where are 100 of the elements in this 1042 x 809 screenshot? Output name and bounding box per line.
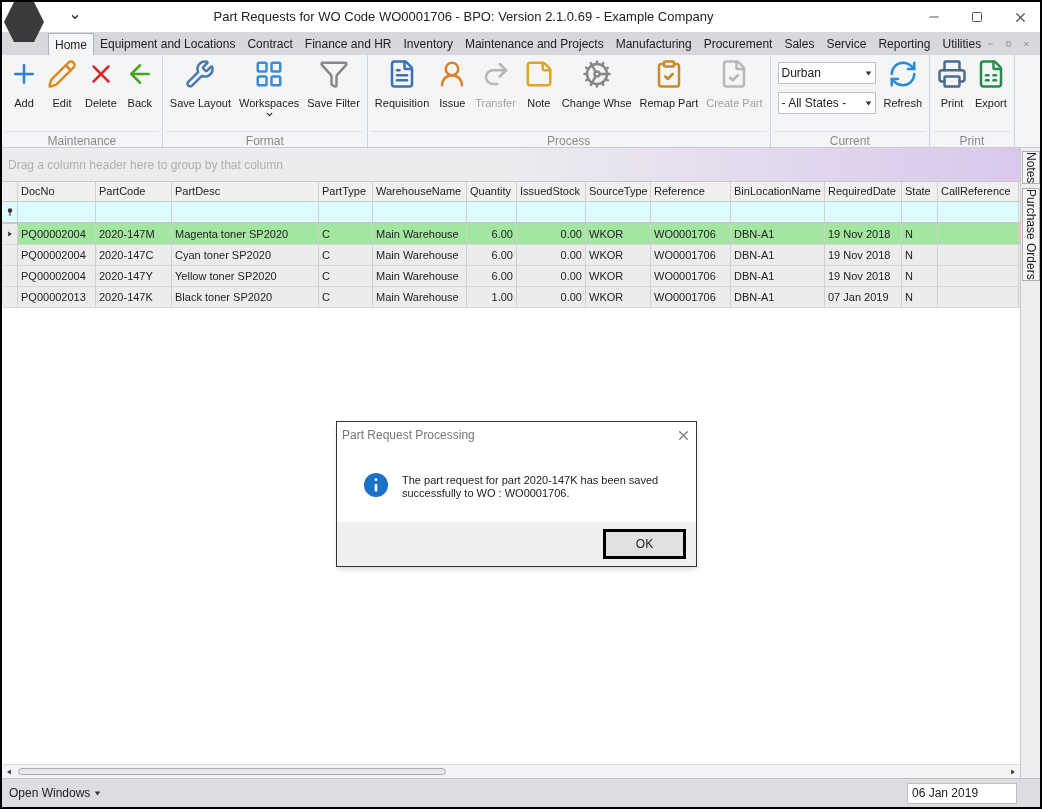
side-panel-tab[interactable]: Notes <box>1021 151 1040 185</box>
caret-icon[interactable] <box>864 99 872 107</box>
ribbon-tab[interactable]: Equipment and Locations <box>94 33 242 55</box>
table-cell-text: DBN-A1 <box>734 226 775 242</box>
column-header[interactable]: State <box>902 182 938 201</box>
caret-icon <box>264 110 274 119</box>
dropdown-select[interactable]: - All States - <box>777 92 876 114</box>
table-cell-text: N <box>905 289 913 305</box>
ribbon-button[interactable]: Save Layout <box>165 55 235 131</box>
column-header[interactable]: PartCode <box>96 182 172 201</box>
table-cell-text: 6.00 <box>491 268 513 284</box>
ribbon-button[interactable]: Print <box>933 55 972 131</box>
ribbon-button[interactable]: Save Filter <box>303 55 364 131</box>
side-panel-tab[interactable]: Purchase Orders <box>1021 188 1040 282</box>
ribbon-tab[interactable]: Reporting <box>872 33 937 55</box>
ribbon-button[interactable]: Back <box>120 55 159 131</box>
table-cell-text: 2020-147C <box>99 247 154 263</box>
scroll-left-icon[interactable] <box>6 768 12 775</box>
dropdown-select[interactable]: Durban <box>777 62 876 84</box>
table-cell-text: 0.00 <box>560 226 582 242</box>
table-cell-text: 0.00 <box>560 268 582 284</box>
ribbon-tab[interactable]: Service <box>820 33 873 55</box>
table-cell-text: PQ00002013 <box>21 289 86 305</box>
table-cell-text: Magenta toner SP2020 <box>175 226 289 242</box>
column-header[interactable]: WarehouseName <box>373 182 467 201</box>
table-row[interactable]: PQ00002004 2020-147C Cyan toner SP2020 C Main Warehouse 6.00 0.00 WKOR WO0001706 DBN-A1 19 Nov 2018 N <box>2 245 1020 266</box>
column-header[interactable]: RequiredDate <box>825 182 902 201</box>
ribbon-tab[interactable]: Utilities <box>936 33 988 55</box>
table-cell-text: WO0001706 <box>654 289 716 305</box>
ribbon-tab[interactable]: Home <box>48 33 94 55</box>
scroll-right-icon[interactable] <box>1010 768 1016 775</box>
ribbon-button[interactable]: Remap Part <box>635 55 703 131</box>
ribbon-tab[interactable]: Procurement <box>697 33 779 55</box>
column-header[interactable]: PartType <box>319 182 373 201</box>
ribbon-tab[interactable]: Inventory <box>397 33 459 55</box>
ribbon-tab[interactable]: Finance and HR <box>298 33 398 55</box>
column-header[interactable]: SourceType <box>586 182 651 201</box>
ribbon-button[interactable]: Edit <box>43 55 81 131</box>
ribbon-button[interactable]: Export <box>971 55 1011 131</box>
app-logo <box>4 2 44 42</box>
table-cell-text: Main Warehouse <box>376 268 459 284</box>
ribbon-button[interactable]: Note <box>519 55 558 131</box>
table-cell-text: 19 Nov 2018 <box>828 226 891 242</box>
table-cell-text: 2020-147Y <box>99 268 153 284</box>
ribbon-tab[interactable]: Contract <box>241 33 299 55</box>
ribbon-button[interactable]: Add <box>5 55 43 131</box>
column-header[interactable]: IssuedStock <box>517 182 586 201</box>
dialog-title: Part Request Processing <box>342 427 475 444</box>
restore-icon[interactable] <box>1005 39 1012 49</box>
table-cell-text: PQ00002004 <box>21 247 86 263</box>
table-cell-text: 0.00 <box>560 247 582 263</box>
table-cell-text: Cyan toner SP2020 <box>175 247 271 263</box>
group-panel-hint: Drag a column header here to group by that column <box>8 156 283 174</box>
quick-access-caret-icon[interactable] <box>70 12 80 22</box>
ribbon-button[interactable]: Change Whse <box>557 55 636 131</box>
ok-button[interactable]: OK <box>603 529 686 559</box>
printer-icon <box>937 59 968 89</box>
table-row[interactable]: PQ00002004 2020-147Y Yellow toner SP2020 C Main Warehouse 6.00 0.00 WKOR WO0001706 DBN-A1 19 Nov 2018 N <box>2 266 1020 287</box>
ribbon-button[interactable]: Refresh <box>879 55 927 131</box>
table-row[interactable]: PQ00002013 2020-147K Black toner SP2020 C Main Warehouse 1.00 0.00 WKOR WO0001706 DBN-A1 07 Jan 2019 N <box>2 287 1020 308</box>
ribbon-tab[interactable]: Manufacturing <box>609 33 698 55</box>
window-title: Part Requests for WO Code WO0001706 - BPO: Version 2.1.0.69 - Example Company <box>212 8 715 27</box>
table-cell-text: 1.00 <box>491 289 513 305</box>
table-cell-text: WKOR <box>589 226 624 242</box>
caret-icon[interactable] <box>864 69 872 77</box>
maximize-icon[interactable] <box>971 11 983 23</box>
table-cell-text: Black toner SP2020 <box>175 289 273 305</box>
table-cell-text: WKOR <box>589 289 624 305</box>
row-indicator-icon[interactable] <box>6 231 13 237</box>
table-cell-text: C <box>322 289 330 305</box>
ribbon-tab[interactable]: Maintenance and Projects <box>458 33 610 55</box>
table-cell-text: Yellow toner SP2020 <box>175 268 277 284</box>
column-header[interactable]: Quantity <box>467 182 517 201</box>
ribbon-button[interactable]: Workspaces <box>234 55 304 131</box>
ribbon-button[interactable]: Issue <box>433 55 472 131</box>
scrollbar-thumb[interactable] <box>18 768 446 775</box>
table-row[interactable]: PQ00002004 2020-147M Magenta toner SP2020 C Main Warehouse 6.00 0.00 WKOR WO0001706 DBN-A1 19 Nov 2018 N <box>2 224 1020 245</box>
table-cell-text: DBN-A1 <box>734 268 775 284</box>
wrench-icon <box>185 59 216 89</box>
date-field[interactable]: 06 Jan 2019 <box>907 782 1017 804</box>
table-cell-text: WKOR <box>589 247 624 263</box>
column-header[interactable]: BinLocationName <box>731 182 825 201</box>
caret-icon[interactable] <box>94 789 102 797</box>
table-cell-text: 6.00 <box>491 247 513 263</box>
ribbon-button[interactable]: Delete <box>81 55 121 131</box>
table-cell-text: N <box>905 247 913 263</box>
ribbon-tab[interactable]: Sales <box>778 33 821 55</box>
pin-icon <box>6 208 13 216</box>
column-header[interactable]: Reference <box>651 182 731 201</box>
open-windows-menu[interactable]: Open Windows <box>9 784 102 802</box>
table-cell-text: 19 Nov 2018 <box>828 268 891 284</box>
column-header[interactable]: DocNo <box>18 182 96 201</box>
table-cell-text: 6.00 <box>491 226 513 242</box>
table-cell-text: C <box>322 247 330 263</box>
table-cell-text: WO0001706 <box>654 247 716 263</box>
table-cell-text: Main Warehouse <box>376 226 459 242</box>
ribbon-button[interactable]: Requisition <box>370 55 434 131</box>
column-header[interactable]: PartDesc <box>172 182 319 201</box>
table-cell-text: WO0001706 <box>654 268 716 284</box>
column-header[interactable]: CallReference <box>938 182 1019 201</box>
